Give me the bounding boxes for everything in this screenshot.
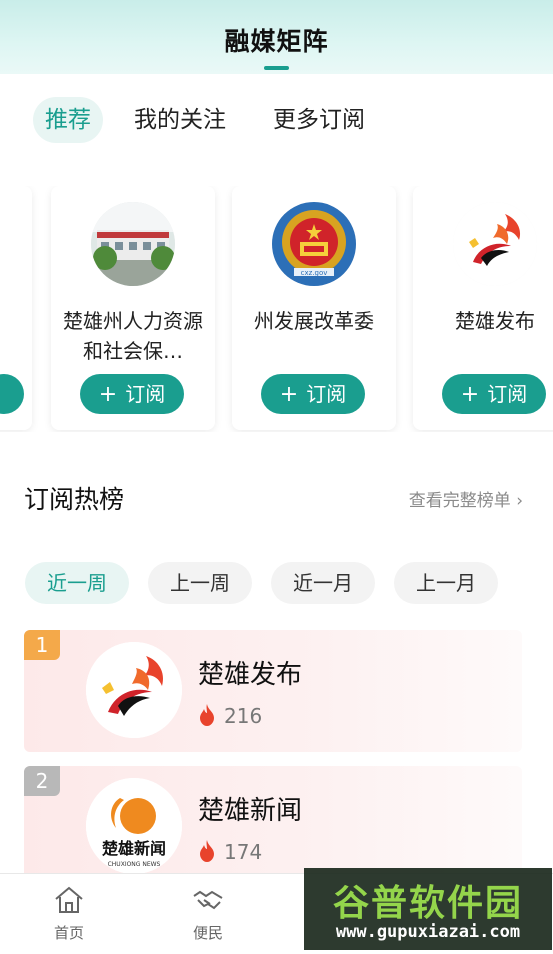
handshake-icon: [168, 886, 248, 918]
avatar: [453, 202, 537, 286]
channel-logo: [86, 642, 182, 738]
svg-text:CHUXIONG NEWS: CHUXIONG NEWS: [108, 861, 161, 868]
watermark-title: 谷普软件园: [332, 883, 523, 924]
heat-count: 174: [198, 840, 262, 867]
period-last-30-days[interactable]: 近一月: [271, 562, 375, 604]
tab-more-subscriptions[interactable]: 更多订阅: [261, 97, 377, 143]
watermark: 谷普软件园 www.gupuxiazai.com: [304, 868, 552, 950]
subscribe-button[interactable]: + 订阅: [261, 374, 365, 414]
period-previous-month[interactable]: 上一月: [394, 562, 498, 604]
card-name: 楚雄州人力资源和社会保…: [63, 309, 203, 363]
card-name: 州发展改革委: [254, 309, 374, 333]
page-title: 融媒矩阵: [224, 27, 329, 56]
heat-count: 216: [198, 704, 262, 731]
plus-icon: +: [279, 382, 299, 407]
period-previous-week[interactable]: 上一周: [148, 562, 252, 604]
header: 融媒矩阵: [0, 0, 553, 74]
card-name: 楚雄发布: [455, 309, 535, 333]
plus-icon: +: [98, 382, 118, 407]
svg-text:cxz.gov: cxz.gov: [301, 269, 328, 277]
card-chuxiong-fabu[interactable]: 楚雄发布 + 订阅: [413, 186, 553, 430]
ranking-item[interactable]: 1 楚雄发布 216: [24, 630, 522, 752]
subscribe-button[interactable]: + 订阅: [442, 374, 546, 414]
flame-icon: [198, 840, 216, 867]
avatar: [91, 202, 175, 286]
subscription-cards[interactable]: 楚雄州人力资源和社会保… + 订阅 cxz.gov 州发展改革委 + 订阅 楚雄…: [0, 186, 553, 432]
tab-recommend[interactable]: 推荐: [33, 97, 103, 143]
card-partial[interactable]: [0, 186, 32, 430]
tab-bar: 推荐 我的关注 更多订阅: [0, 92, 553, 152]
period-last-7-days[interactable]: 近一周: [25, 562, 129, 604]
channel-name: 楚雄发布: [198, 660, 303, 690]
plus-icon: +: [460, 382, 480, 407]
view-full-ranking-link[interactable]: 查看完整榜单 ›: [409, 486, 523, 511]
subscribe-button-partial[interactable]: [0, 374, 24, 414]
card-hr-bureau[interactable]: 楚雄州人力资源和社会保… + 订阅: [51, 186, 215, 430]
svg-text:楚雄新闻: 楚雄新闻: [102, 839, 166, 858]
channel-logo: 楚雄新闻 CHUXIONG NEWS: [86, 778, 182, 874]
ranking-title: 订阅热榜: [24, 485, 125, 514]
nav-services[interactable]: 便民: [168, 886, 248, 943]
card-development-reform[interactable]: cxz.gov 州发展改革委 + 订阅: [232, 186, 396, 430]
watermark-url: www.gupuxiazai.com: [335, 922, 521, 942]
rank-badge: 1: [24, 630, 60, 660]
nav-home[interactable]: 首页: [29, 886, 109, 943]
chuxiong-fabu-logo-icon: [86, 642, 182, 738]
chuxiong-news-logo-icon: 楚雄新闻 CHUXIONG NEWS: [86, 778, 182, 874]
chuxiong-fabu-logo-icon: [453, 202, 537, 286]
building-photo-icon: [91, 202, 175, 286]
period-filter: 近一周 上一周 近一月 上一月: [0, 562, 553, 604]
rank-badge: 2: [24, 766, 60, 796]
national-emblem-icon: cxz.gov: [272, 202, 356, 286]
home-icon: [29, 886, 109, 918]
channel-name: 楚雄新闻: [198, 796, 303, 826]
subscribe-button[interactable]: + 订阅: [80, 374, 184, 414]
tab-my-follows[interactable]: 我的关注: [122, 97, 238, 143]
title-indicator: [264, 66, 289, 70]
flame-icon: [198, 704, 216, 731]
avatar: cxz.gov: [272, 202, 356, 286]
